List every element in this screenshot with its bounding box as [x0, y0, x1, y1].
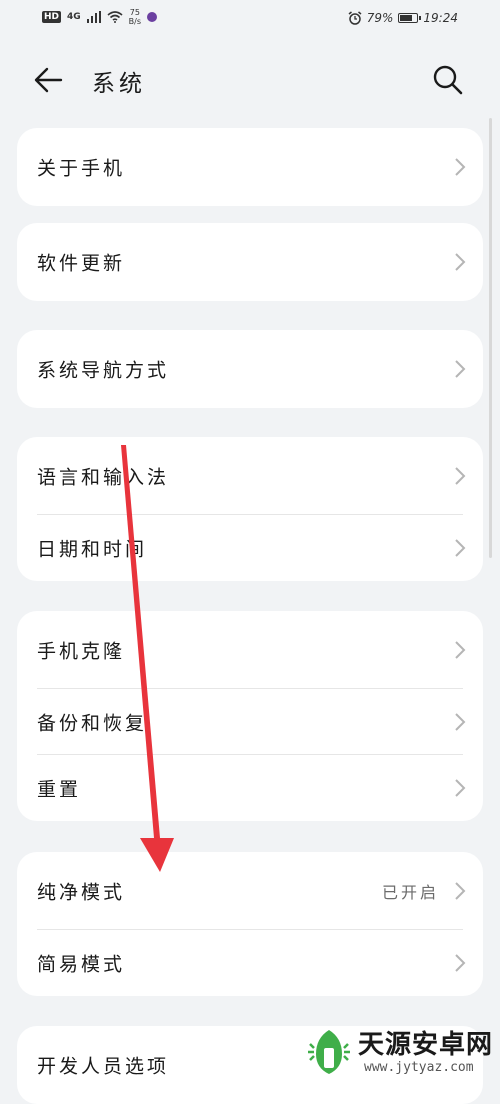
page-title: 系统 — [92, 71, 146, 97]
chevron-right-icon — [455, 253, 466, 271]
net-speed-unit: B/s — [128, 17, 142, 26]
network-label: 4G — [67, 12, 81, 22]
watermark-name: 天源安卓网 — [358, 1030, 494, 1060]
list-item[interactable]: 日期和时间 — [17, 515, 483, 581]
chevron-right-icon — [455, 641, 466, 659]
chevron-right-icon — [455, 954, 466, 972]
hd-badge: HD — [42, 11, 62, 23]
list-item-label: 纯净模式 — [37, 881, 126, 904]
watermark: 天源安卓网 www.jytyaz.com — [300, 1018, 500, 1084]
list-item[interactable]: 系统导航方式 — [17, 330, 483, 408]
chevron-right-icon — [455, 882, 466, 900]
chevron-right-icon — [455, 779, 466, 797]
scrollbar[interactable] — [489, 118, 492, 558]
settings-group-about: 关于手机 — [17, 128, 483, 206]
settings-group-backup: 手机克隆 备份和恢复 重置 — [17, 611, 483, 821]
list-item-label: 重置 — [37, 778, 82, 801]
list-item-label: 软件更新 — [37, 252, 126, 275]
list-item-label: 语言和输入法 — [37, 466, 170, 489]
search-icon[interactable] — [430, 62, 466, 98]
list-item[interactable]: 语言和输入法 — [17, 437, 483, 515]
signal-icon — [86, 11, 101, 23]
list-item-label: 开发人员选项 — [37, 1055, 170, 1078]
list-item[interactable]: 关于手机 — [17, 128, 483, 206]
settings-group-language: 语言和输入法 日期和时间 — [17, 437, 483, 581]
chevron-right-icon — [455, 713, 466, 731]
back-arrow-icon[interactable] — [30, 62, 66, 98]
net-speed-value: 75 — [129, 8, 140, 17]
list-item[interactable]: 纯净模式 已开启 — [17, 852, 483, 930]
list-item[interactable]: 手机克隆 — [17, 611, 483, 689]
net-speed: 75 B/s — [129, 8, 141, 26]
title-bar: 系统 — [0, 50, 500, 110]
list-item[interactable]: 重置 — [17, 755, 483, 821]
clock: 19:24 — [423, 11, 458, 25]
pure-mode-status: 已开启 — [381, 883, 439, 902]
list-item-label: 手机克隆 — [37, 640, 126, 663]
settings-group-update: 软件更新 — [17, 223, 483, 301]
battery-icon — [398, 13, 422, 23]
list-item[interactable]: 软件更新 — [17, 223, 483, 301]
settings-group-navigation: 系统导航方式 — [17, 330, 483, 408]
chevron-right-icon — [455, 158, 466, 176]
list-item-label: 系统导航方式 — [37, 359, 170, 382]
list-item[interactable]: 备份和恢复 — [17, 689, 483, 755]
chevron-right-icon — [455, 360, 466, 378]
list-item-label: 简易模式 — [37, 953, 126, 976]
list-item-label: 日期和时间 — [37, 538, 148, 561]
watermark-logo-icon — [308, 1030, 350, 1074]
status-left: HD 4G 75 B/s — [42, 8, 158, 26]
list-item-label: 关于手机 — [37, 157, 126, 180]
app-notification-icon — [147, 12, 158, 22]
wifi-icon — [107, 11, 123, 23]
battery-percent: 79% — [366, 11, 394, 25]
settings-group-modes: 纯净模式 已开启 简易模式 — [17, 852, 483, 996]
status-right: 79% 19:24 — [348, 11, 458, 25]
alarm-icon — [348, 11, 362, 25]
watermark-url: www.jytyaz.com — [364, 1060, 474, 1075]
chevron-right-icon — [455, 539, 466, 557]
list-item[interactable]: 简易模式 — [17, 930, 483, 996]
chevron-right-icon — [455, 467, 466, 485]
list-item-label: 备份和恢复 — [37, 712, 148, 735]
status-bar: HD 4G 75 B/s 79% 19:24 — [0, 0, 500, 40]
